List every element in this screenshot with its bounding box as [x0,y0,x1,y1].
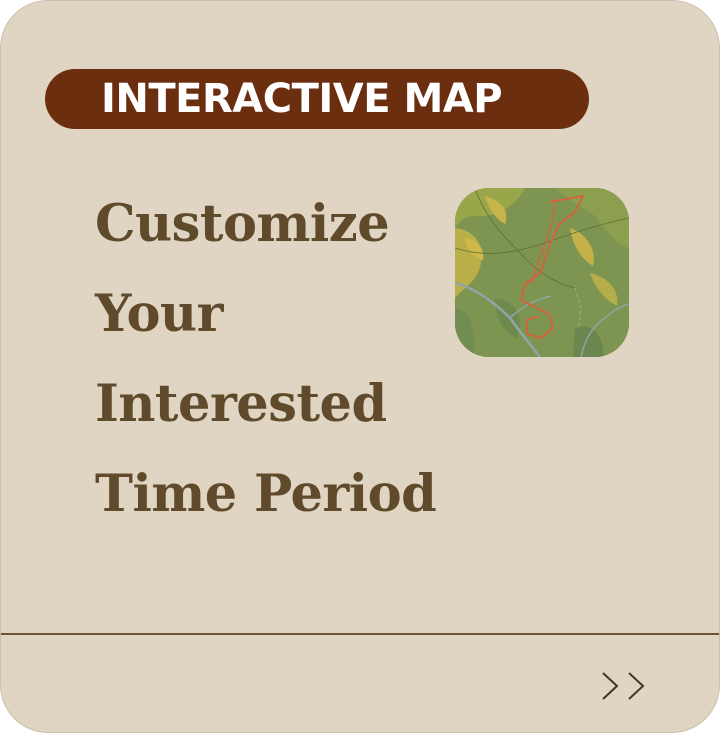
headline-line-2: Your [95,284,223,344]
next-button[interactable] [597,665,651,707]
category-badge: INTERACTIVE MAP [45,69,589,129]
card-headline: Customize Your Interested Time Period [95,179,515,539]
footer-divider [1,633,719,635]
interactive-map-card[interactable]: INTERACTIVE MAP Customize Your Intereste… [0,0,720,733]
headline-line-4: Time Period [95,464,437,524]
badge-label: INTERACTIVE MAP [101,76,503,122]
headline-line-3: Interested [95,374,387,434]
map-thumbnail-icon [455,188,629,357]
headline-line-1: Customize [95,194,390,254]
double-chevron-right-icon [602,672,645,700]
map-thumbnail-graphic [455,188,629,357]
